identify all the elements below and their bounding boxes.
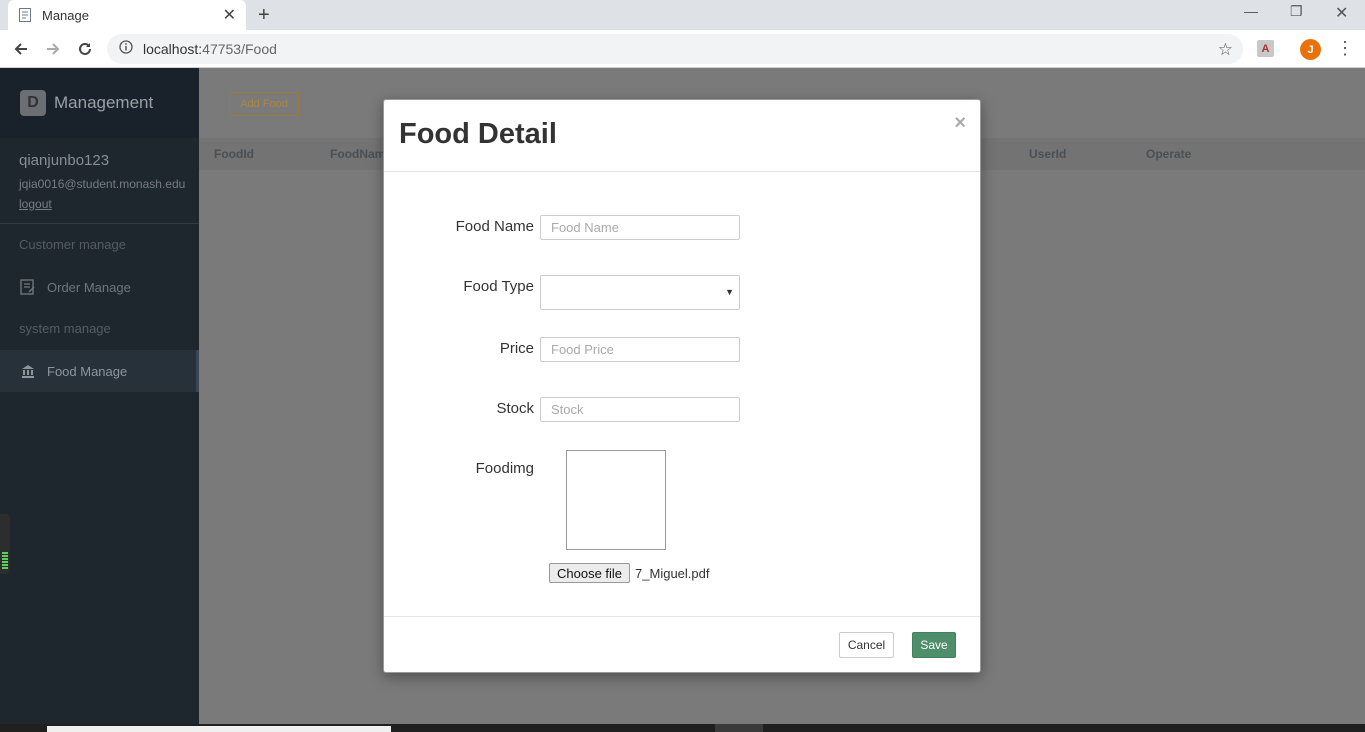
username: qianjunbo123 bbox=[19, 152, 110, 169]
taskbar-search[interactable] bbox=[47, 726, 391, 732]
tab-title: Manage bbox=[42, 7, 89, 23]
foodimg-label: Foodimg bbox=[475, 460, 534, 477]
food-name-label: Food Name bbox=[455, 218, 534, 235]
sidebar: D Management qianjunbo123 jqia0016@stude… bbox=[0, 68, 199, 724]
modal-header: Food Detail × bbox=[384, 100, 980, 172]
cancel-button[interactable]: Cancel bbox=[839, 632, 894, 658]
forward-icon[interactable] bbox=[42, 38, 64, 60]
url-host: localhost: bbox=[143, 41, 203, 57]
order-icon bbox=[19, 278, 37, 296]
browser-toolbar: localhost:47753/Food ☆ A J ⋮ bbox=[0, 30, 1365, 68]
tab-strip: Manage ✕ + — ❐ ✕ bbox=[0, 0, 1365, 30]
price-label: Price bbox=[499, 340, 534, 357]
close-window-icon[interactable]: ✕ bbox=[1335, 3, 1348, 23]
save-button[interactable]: Save bbox=[912, 632, 956, 658]
back-icon[interactable] bbox=[10, 38, 32, 60]
document-icon bbox=[18, 7, 32, 23]
logout-link[interactable]: logout bbox=[19, 197, 180, 211]
minimize-icon[interactable]: — bbox=[1244, 3, 1258, 19]
sidebar-item-label: Order Manage bbox=[47, 279, 131, 295]
menu-kebab-icon[interactable]: ⋮ bbox=[1336, 38, 1354, 58]
sidebar-item-food-manage[interactable]: Food Manage bbox=[0, 350, 199, 392]
sidebar-item-label: Food Manage bbox=[47, 363, 128, 379]
pdf-extension-icon[interactable]: A bbox=[1257, 40, 1274, 57]
column-header[interactable]: UserId bbox=[1029, 147, 1066, 161]
food-type-select[interactable]: ▼ bbox=[540, 275, 740, 310]
user-info: qianjunbo123 jqia0016@student.monash.edu… bbox=[0, 138, 199, 224]
column-header[interactable]: FoodNam bbox=[330, 147, 385, 161]
column-header[interactable]: Operate bbox=[1146, 147, 1191, 161]
modal-title: Food Detail bbox=[399, 118, 557, 150]
chevron-down-icon: ▼ bbox=[725, 287, 734, 297]
user-email: jqia0016@student.monash.edu bbox=[19, 177, 186, 191]
reload-icon[interactable] bbox=[74, 38, 96, 60]
new-tab-icon[interactable]: + bbox=[258, 4, 270, 27]
food-name-input[interactable] bbox=[540, 215, 740, 240]
add-food-button[interactable]: Add Food bbox=[229, 92, 299, 116]
restore-icon[interactable]: ❐ bbox=[1290, 3, 1303, 20]
info-icon[interactable] bbox=[119, 39, 133, 59]
file-picker: Choose file 7_Miguel.pdf bbox=[549, 563, 710, 583]
food-type-label: Food Type bbox=[463, 278, 534, 295]
stock-input[interactable] bbox=[540, 397, 740, 422]
url-path: 47753/Food bbox=[202, 41, 277, 57]
brand: D Management bbox=[0, 68, 199, 138]
food-detail-modal: Food Detail × Food Name Food Type ▼ Pric… bbox=[383, 99, 981, 673]
column-header[interactable]: FoodId bbox=[214, 147, 254, 161]
level-meter bbox=[2, 552, 8, 570]
nav-group-system: system manage bbox=[19, 321, 111, 336]
browser-tab[interactable]: Manage ✕ bbox=[8, 0, 246, 30]
choose-file-button[interactable]: Choose file bbox=[549, 563, 631, 583]
food-image-preview bbox=[566, 450, 666, 550]
taskbar-app[interactable] bbox=[715, 724, 763, 732]
close-icon[interactable]: × bbox=[954, 112, 966, 135]
bank-icon bbox=[19, 362, 37, 380]
sidebar-item-order-manage[interactable]: Order Manage bbox=[0, 266, 199, 308]
brand-name: Management bbox=[54, 93, 154, 112]
address-bar[interactable]: localhost:47753/Food ☆ bbox=[107, 34, 1243, 64]
profile-avatar[interactable]: J bbox=[1300, 39, 1321, 60]
side-widget[interactable] bbox=[0, 514, 10, 574]
bookmark-star-icon[interactable]: ☆ bbox=[1218, 40, 1233, 60]
nav-group-customer: Customer manage bbox=[19, 237, 126, 252]
price-input[interactable] bbox=[540, 337, 740, 362]
taskbar bbox=[0, 724, 1365, 732]
url-text: localhost:47753/Food bbox=[143, 41, 277, 57]
chosen-file-name: 7_Miguel.pdf bbox=[635, 565, 710, 581]
brand-logo-icon: D bbox=[20, 90, 46, 116]
close-tab-icon[interactable]: ✕ bbox=[223, 5, 236, 25]
modal-footer: Cancel Save bbox=[384, 616, 980, 672]
stock-label: Stock bbox=[496, 400, 534, 417]
